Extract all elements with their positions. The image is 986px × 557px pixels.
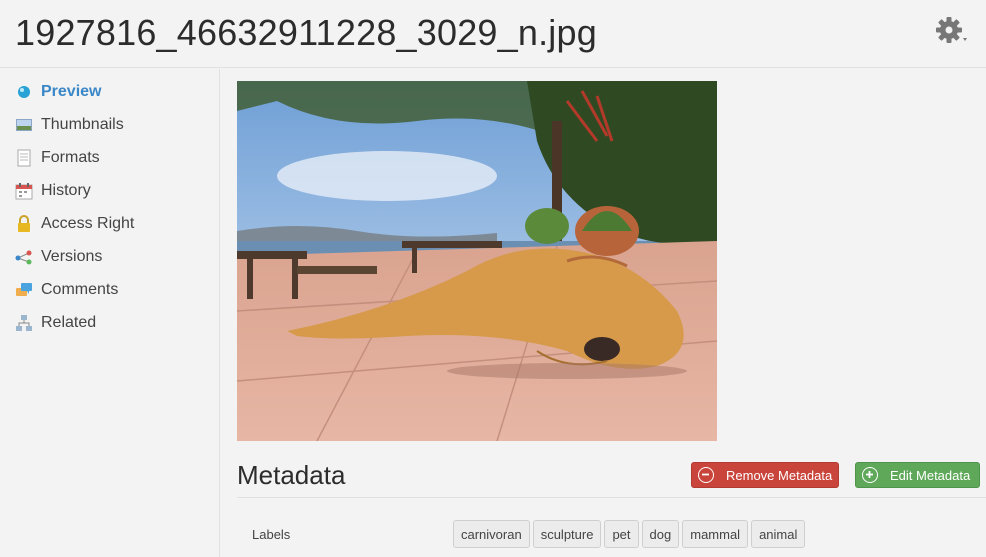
sidebar: Preview Thumbnails Formats History Acces… [0, 69, 220, 557]
sidebar-item-related[interactable]: Related [15, 311, 96, 335]
sidebar-item-label: Preview [41, 83, 102, 100]
labels-caption: Labels [252, 527, 291, 542]
metadata-divider [237, 497, 986, 498]
sidebar-item-access-right[interactable]: Access Right [15, 212, 134, 236]
page-title: 1927816_46632911228_3029_n.jpg [15, 12, 597, 53]
tag[interactable]: dog [641, 520, 680, 548]
sidebar-item-history[interactable]: History [15, 179, 91, 203]
sidebar-item-label: Access Right [41, 215, 135, 232]
preview-image [237, 81, 717, 441]
sidebar-item-versions[interactable]: Versions [15, 245, 102, 269]
sidebar-item-preview[interactable]: Preview [15, 80, 101, 104]
edit-metadata-button[interactable]: Edit Metadata [855, 462, 980, 488]
sidebar-item-label: Comments [41, 281, 119, 298]
remove-metadata-label: Remove Metadata [726, 467, 833, 483]
tag-list: carnivoran sculpture pet dog mammal anim… [453, 520, 806, 548]
settings-gear-icon[interactable] [934, 15, 968, 45]
thumbnails-icon [15, 116, 33, 134]
tag[interactable]: pet [604, 520, 639, 548]
minus-circle-icon [698, 467, 714, 483]
versions-icon [15, 248, 33, 266]
related-icon [15, 314, 33, 332]
remove-metadata-button[interactable]: Remove Metadata [691, 462, 839, 488]
sidebar-item-thumbnails[interactable]: Thumbnails [15, 113, 124, 137]
tag[interactable]: animal [751, 520, 806, 548]
sidebar-item-label: Related [41, 314, 97, 331]
sidebar-item-label: Thumbnails [41, 116, 124, 133]
sidebar-item-comments[interactable]: Comments [15, 278, 118, 302]
header: 1927816_46632911228_3029_n.jpg [0, 0, 986, 68]
edit-metadata-label: Edit Metadata [890, 467, 971, 483]
sidebar-item-label: History [41, 182, 91, 199]
plus-circle-icon [862, 467, 878, 483]
preview-icon [15, 83, 33, 101]
comments-icon [15, 281, 33, 299]
sidebar-item-label: Versions [41, 248, 103, 265]
lock-icon [15, 215, 33, 233]
tag[interactable]: mammal [682, 520, 749, 548]
metadata-title: Metadata [237, 460, 346, 490]
tag[interactable]: carnivoran [453, 520, 530, 548]
formats-icon [15, 149, 33, 167]
sidebar-item-formats[interactable]: Formats [15, 146, 100, 170]
sidebar-item-label: Formats [41, 149, 100, 166]
calendar-icon [15, 182, 33, 200]
tag[interactable]: sculpture [532, 520, 602, 548]
